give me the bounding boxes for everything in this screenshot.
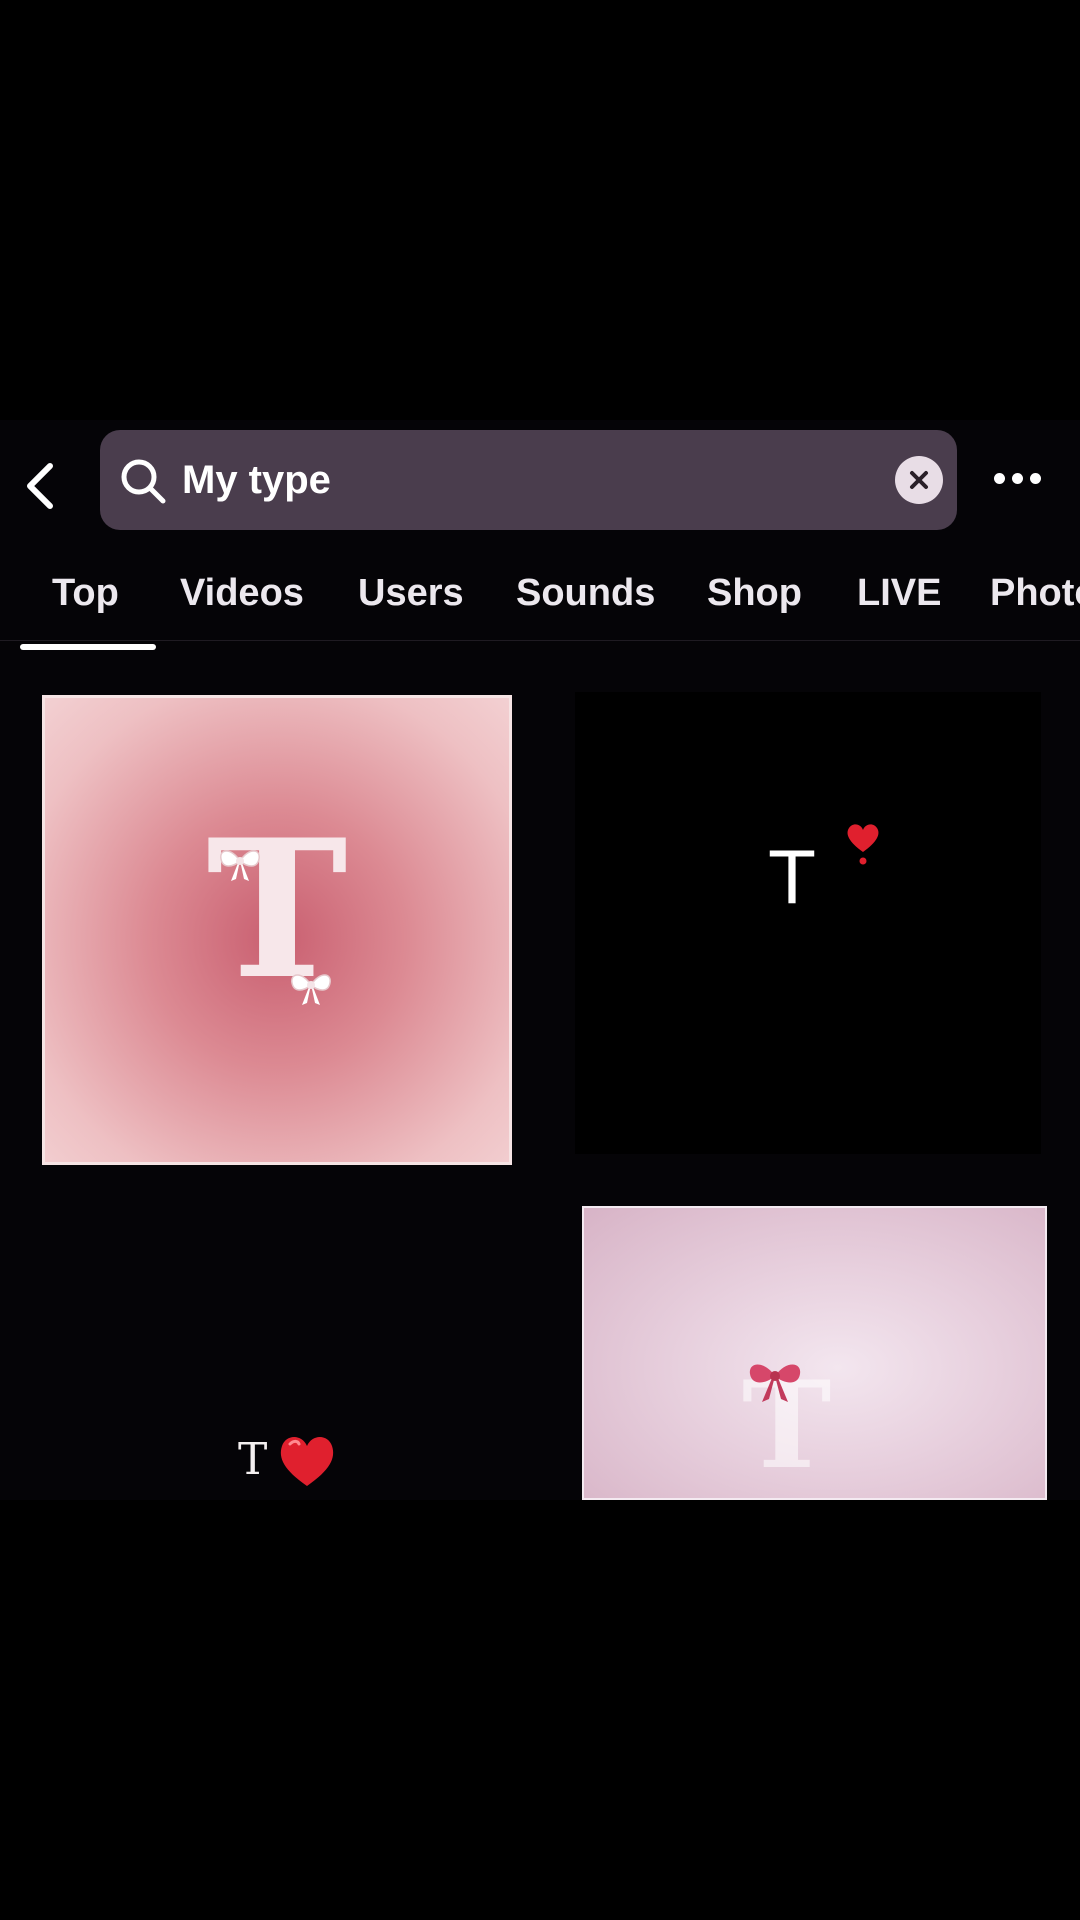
bow-icon bbox=[220, 850, 260, 881]
result-card[interactable]: T bbox=[575, 692, 1041, 1154]
heart-icon bbox=[280, 1437, 334, 1486]
search-results-screen: My type Top Videos Users Sounds Shop LIV… bbox=[0, 420, 1080, 1500]
search-bar[interactable]: My type bbox=[100, 430, 957, 530]
card-letter: T bbox=[206, 798, 348, 1021]
bow-icon bbox=[291, 974, 331, 1005]
clear-icon bbox=[910, 471, 928, 489]
search-input[interactable]: My type bbox=[182, 455, 331, 505]
heart-icon bbox=[847, 824, 879, 865]
selected-tab-indicator bbox=[20, 644, 156, 650]
bow-icon bbox=[749, 1364, 801, 1402]
more-icon bbox=[1011, 472, 1023, 484]
more-options-button[interactable] bbox=[980, 450, 1054, 506]
result-card[interactable]: T bbox=[20, 1210, 520, 1500]
tab-sounds[interactable]: Sounds bbox=[516, 572, 655, 615]
card-letter: T bbox=[770, 836, 814, 920]
tab-bar: Top Videos Users Sounds Shop LIVE Photo bbox=[0, 560, 1080, 641]
tab-users[interactable]: Users bbox=[358, 572, 464, 615]
card-letter: T bbox=[238, 1434, 268, 1485]
tab-top[interactable]: Top bbox=[52, 572, 119, 615]
tab-videos[interactable]: Videos bbox=[180, 572, 304, 615]
more-icon bbox=[993, 472, 1005, 484]
tab-photo[interactable]: Photo bbox=[990, 572, 1080, 615]
result-card[interactable]: T bbox=[582, 1206, 1047, 1500]
result-card[interactable]: T bbox=[42, 695, 512, 1165]
search-icon bbox=[121, 459, 166, 504]
tab-live[interactable]: LIVE bbox=[857, 572, 941, 615]
chevron-left-icon bbox=[27, 463, 53, 509]
back-button[interactable] bbox=[12, 458, 68, 514]
more-icon bbox=[1029, 472, 1041, 484]
clear-search-button[interactable] bbox=[895, 456, 943, 504]
tab-shop[interactable]: Shop bbox=[707, 572, 802, 615]
